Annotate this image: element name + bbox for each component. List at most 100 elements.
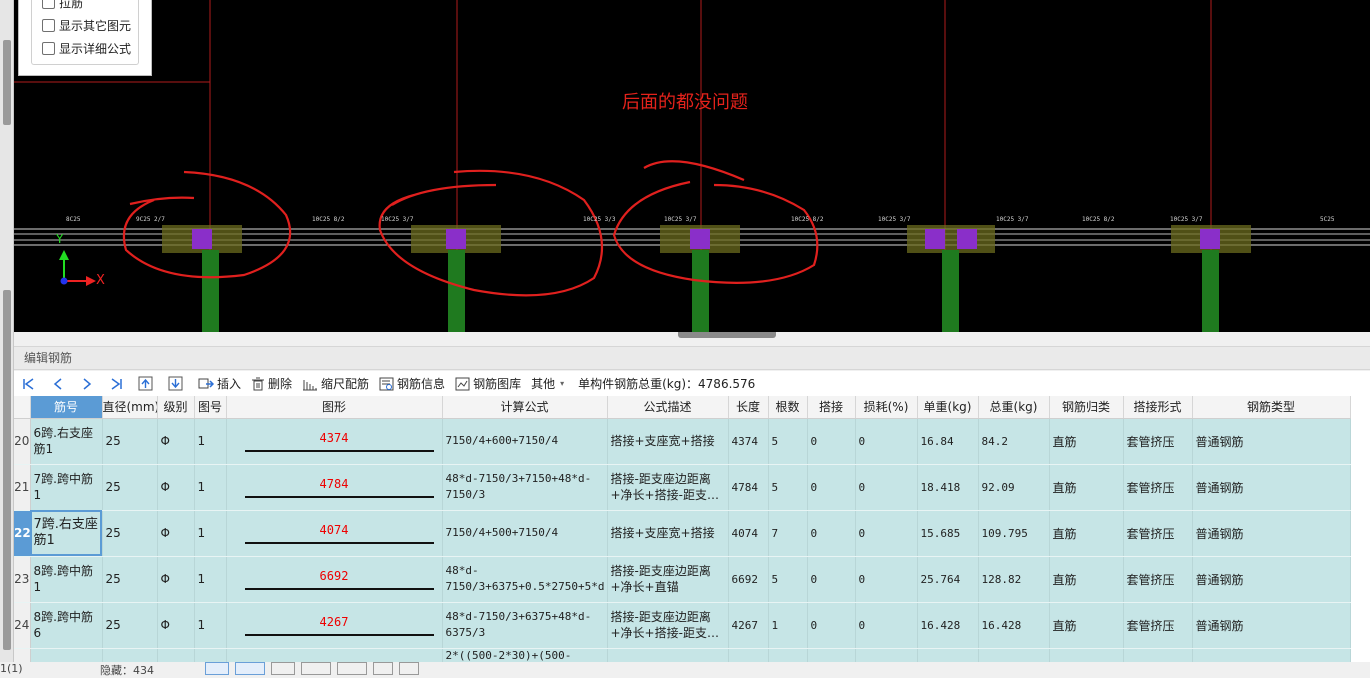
table-cell[interactable] [1123, 648, 1193, 662]
category-cell[interactable]: 直筋 [1049, 556, 1124, 603]
column-header[interactable]: 长度 [728, 396, 769, 419]
loss-cell[interactable]: 0 [855, 602, 918, 649]
scale-rebar-button[interactable]: 缩尺配筋 [302, 373, 369, 395]
grade-cell[interactable]: Φ [157, 556, 195, 603]
formula-description-cell[interactable]: 搭接+支座宽+搭接 [607, 510, 729, 557]
line-tool-button[interactable] [301, 662, 331, 675]
length-cell[interactable]: 4074 [728, 510, 769, 557]
shape-cell[interactable]: 4267 [226, 602, 443, 649]
insert-button[interactable]: 插入 [198, 373, 241, 395]
total-weight-cell[interactable]: 109.795 [978, 510, 1050, 557]
bar-name-cell[interactable]: 6跨.右支座筋1 [30, 418, 103, 465]
formula-description-cell[interactable]: 搭接+支座宽+搭接 [607, 418, 729, 465]
table-cell[interactable] [30, 648, 103, 662]
formula-cell[interactable]: 2*((500-2*30)+(500-2*30)) [442, 648, 608, 662]
category-cell[interactable]: 直筋 [1049, 510, 1124, 557]
length-cell[interactable]: 4784 [728, 464, 769, 511]
formula-description-cell[interactable]: 搭接-距支座边距离+净长+搭接-距支… [607, 602, 729, 649]
scrollbar-thumb-lower[interactable] [3, 290, 11, 650]
formula-cell[interactable]: 48*d-7150/3+6375+48*d-6375/3 [442, 602, 608, 649]
lap-type-cell[interactable]: 套管挤压 [1123, 602, 1193, 649]
column-header[interactable]: 搭接 [807, 396, 856, 419]
column-header[interactable]: 搭接形式 [1123, 396, 1193, 419]
category-cell[interactable]: 直筋 [1049, 464, 1124, 511]
table-cell[interactable] [768, 648, 808, 662]
shape-cell[interactable]: 4374 [226, 418, 443, 465]
count-cell[interactable]: 5 [768, 556, 808, 603]
lap-cell[interactable]: 0 [807, 464, 856, 511]
row-number[interactable]: 23 [14, 556, 31, 603]
table-row[interactable]: 20 6跨.右支座筋1 25 Φ 1 4374 7150/4+600+7150/4 搭接+支座… [14, 418, 1351, 465]
unit-weight-cell[interactable]: 18.418 [917, 464, 979, 511]
figure-number-cell[interactable]: 1 [194, 556, 227, 603]
delete-button[interactable]: 删除 [251, 373, 292, 395]
table-cell[interactable] [1049, 648, 1124, 662]
rebar-type-cell[interactable]: 普通钢筋 [1192, 418, 1351, 465]
bar-name-cell[interactable]: 8跨.跨中筋6 [30, 602, 103, 649]
lap-type-cell[interactable]: 套管挤压 [1123, 464, 1193, 511]
table-row[interactable]: 21 7跨.跨中筋1 25 Φ 1 4784 48*d-7150/3+7150+48*d-7… [14, 464, 1351, 511]
row-number[interactable]: 24 [14, 602, 31, 649]
column-header[interactable]: 计算公式 [442, 396, 608, 419]
square-tool-button[interactable] [373, 662, 393, 675]
rebar-type-cell[interactable]: 普通钢筋 [1192, 510, 1351, 557]
prev-record-button[interactable] [51, 373, 68, 395]
figure-number-cell[interactable]: 1 [194, 602, 227, 649]
checkbox[interactable] [42, 0, 55, 9]
grade-cell[interactable]: Φ [157, 510, 195, 557]
column-header[interactable]: 图号 [194, 396, 227, 419]
rebar-type-cell[interactable]: 普通钢筋 [1192, 602, 1351, 649]
grade-cell[interactable]: Φ [157, 418, 195, 465]
unit-weight-cell[interactable]: 16.84 [917, 418, 979, 465]
rebar-type-cell[interactable]: 普通钢筋 [1192, 556, 1351, 603]
column-header[interactable]: 根数 [768, 396, 808, 419]
rebar-library-button[interactable]: 钢筋图库 [455, 373, 521, 395]
table-row[interactable]: 22 7跨.右支座筋1 25 Φ 1 4074 7150/4+500+7150/4 搭接+支座… [14, 510, 1351, 557]
column-header[interactable]: 钢筋类型 [1192, 396, 1351, 419]
table-cell[interactable] [226, 648, 443, 662]
formula-cell[interactable]: 48*d-7150/3+6375+0.5*2750+5*d [442, 556, 608, 603]
bar-name-cell[interactable]: 7跨.跨中筋1 [30, 464, 103, 511]
splitter-grip[interactable] [678, 332, 776, 338]
total-weight-cell[interactable]: 128.82 [978, 556, 1050, 603]
total-weight-cell[interactable]: 84.2 [978, 418, 1050, 465]
formula-cell[interactable]: 48*d-7150/3+7150+48*d-7150/3 [442, 464, 608, 511]
table-row[interactable]: 2*((500-2*30)+(500-2*30)) [14, 648, 1351, 662]
table-row[interactable]: 24 8跨.跨中筋6 25 Φ 1 4267 48*d-7150/3+6375+48*d-6… [14, 602, 1351, 649]
left-scrollbar[interactable] [0, 0, 14, 675]
category-cell[interactable]: 直筋 [1049, 418, 1124, 465]
unit-weight-cell[interactable]: 25.764 [917, 556, 979, 603]
row-number[interactable] [14, 648, 31, 662]
unit-weight-cell[interactable]: 16.428 [917, 602, 979, 649]
loss-cell[interactable]: 0 [855, 418, 918, 465]
option-show-other-elements[interactable]: 显示其它图元 [42, 16, 131, 34]
figure-number-cell[interactable]: 1 [194, 510, 227, 557]
table-cell[interactable] [728, 648, 769, 662]
loss-cell[interactable]: 0 [855, 464, 918, 511]
shape-cell[interactable]: 4074 [226, 510, 443, 557]
lap-cell[interactable]: 0 [807, 418, 856, 465]
box-select-button[interactable] [235, 662, 265, 675]
cross-tool-button[interactable] [271, 662, 295, 675]
loss-cell[interactable]: 0 [855, 556, 918, 603]
table-cell[interactable] [157, 648, 195, 662]
lap-cell[interactable]: 0 [807, 510, 856, 557]
count-cell[interactable]: 1 [768, 602, 808, 649]
last-record-button[interactable] [109, 373, 126, 395]
table-cell[interactable] [855, 648, 918, 662]
drawing-canvas[interactable]: 8C25 9C25 2/7 10C25 8/2 10C25 3/7 10C25 … [14, 0, 1370, 332]
total-weight-cell[interactable]: 16.428 [978, 602, 1050, 649]
bar-name-cell[interactable]: 7跨.右支座筋1 [30, 510, 103, 557]
row-number[interactable]: 20 [14, 418, 31, 465]
unit-weight-cell[interactable]: 15.685 [917, 510, 979, 557]
figure-number-cell[interactable]: 1 [194, 418, 227, 465]
diameter-cell[interactable]: 25 [102, 602, 158, 649]
table-cell[interactable] [102, 648, 158, 662]
checkbox[interactable] [42, 18, 55, 32]
lap-cell[interactable]: 0 [807, 556, 856, 603]
table-cell[interactable] [978, 648, 1050, 662]
shape-tool-button[interactable] [399, 662, 419, 675]
formula-cell[interactable]: 7150/4+600+7150/4 [442, 418, 608, 465]
table-cell[interactable] [917, 648, 979, 662]
shape-cell[interactable]: 6692 [226, 556, 443, 603]
